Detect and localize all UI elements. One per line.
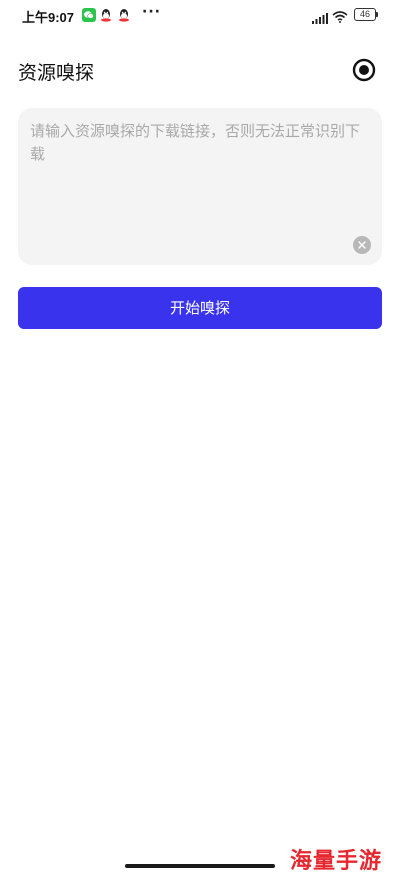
start-sniff-button[interactable]: 开始嗅探 (18, 287, 382, 329)
status-bar: 上午9:07 ··· 46 (0, 0, 400, 30)
wifi-icon (332, 8, 348, 27)
status-time: 上午9:07 (22, 10, 75, 25)
home-indicator[interactable] (125, 864, 275, 868)
record-button[interactable] (352, 58, 376, 82)
battery-icon: 46 (354, 8, 378, 21)
clear-input-button[interactable] (353, 236, 371, 254)
download-link-input[interactable] (18, 108, 382, 265)
wechat-icon (82, 7, 96, 26)
page-header: 资源嗅探 (0, 52, 400, 88)
watermark-logo: 海量手游网 (290, 849, 383, 874)
qq-icon (118, 7, 130, 26)
app-screen: 上午9:07 ··· 46 资源嗅探 请输入资源嗅探的下载链接，否则无法正常识别… (0, 0, 400, 874)
qq-icon (100, 7, 112, 26)
close-icon (358, 241, 366, 249)
link-input-card (18, 108, 382, 265)
record-icon (352, 58, 376, 82)
more-notifications-icon: ··· (142, 4, 161, 20)
battery-level: 46 (359, 9, 370, 19)
signal-icon (312, 9, 328, 28)
page-title: 资源嗅探 (18, 62, 95, 84)
